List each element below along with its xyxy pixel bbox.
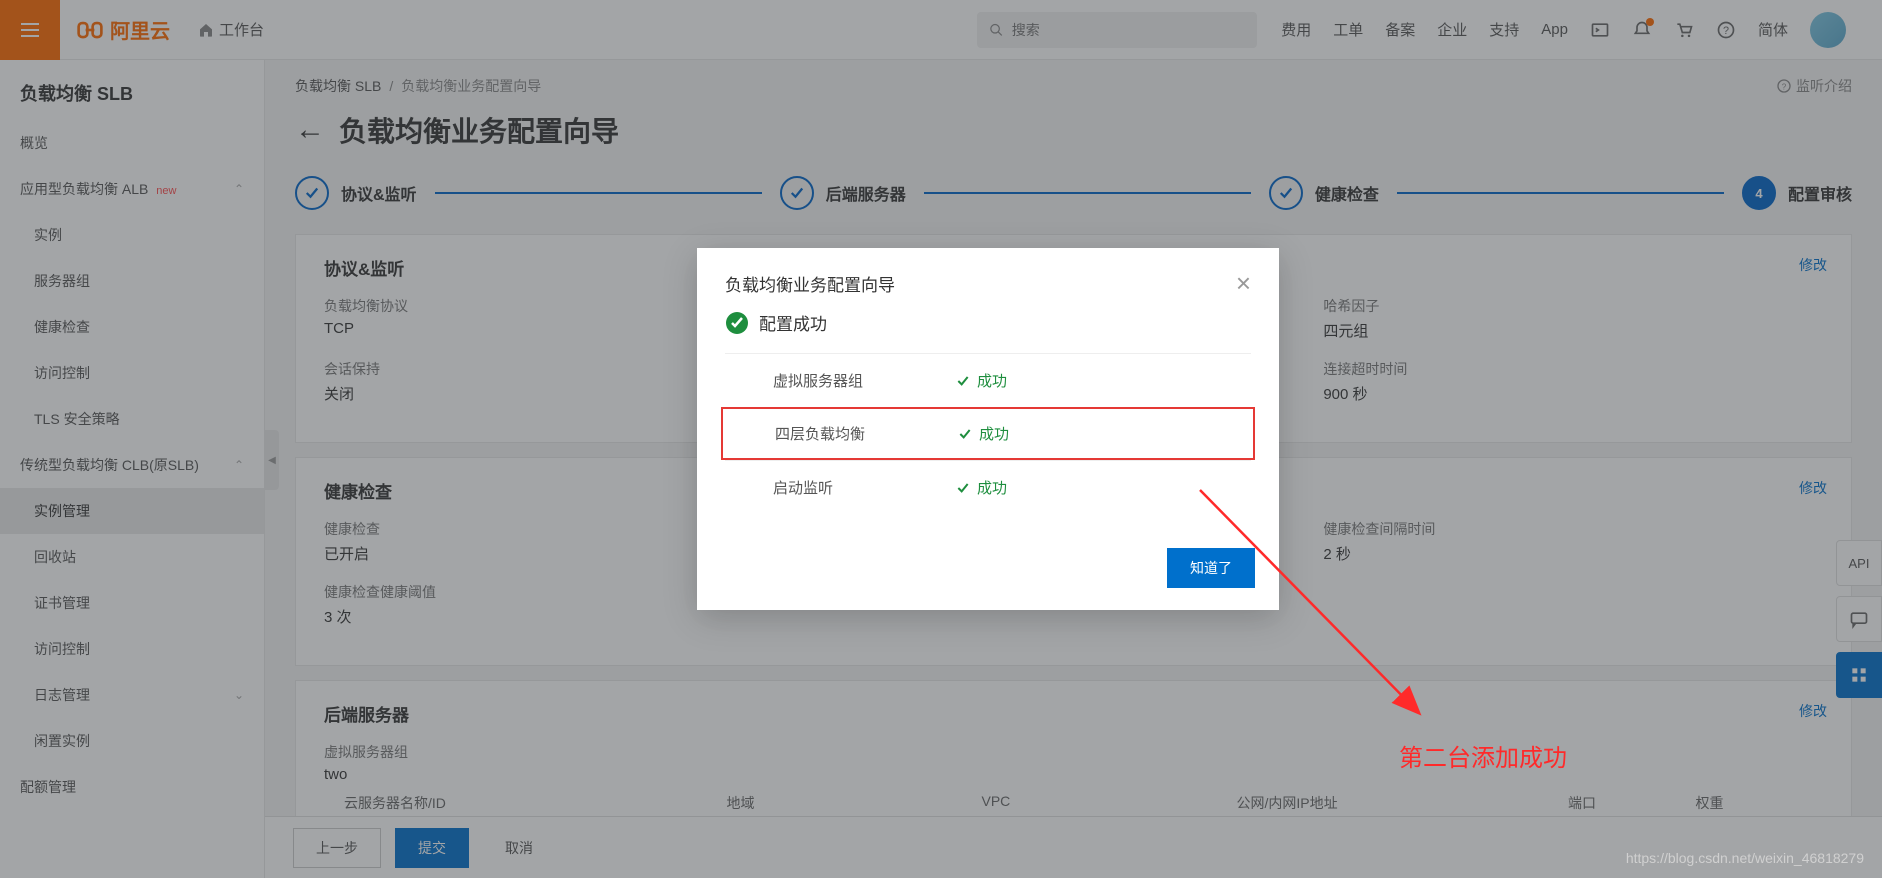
success-heading: 配置成功 (725, 310, 1251, 345)
config-success-modal: 负载均衡业务配置向导 × 配置成功 虚拟服务器组 成功四层负载均衡 成功启动监听… (697, 248, 1279, 610)
success-check-icon (725, 311, 749, 335)
status-row: 四层负载均衡 成功 (721, 407, 1255, 460)
watermark: https://blog.csdn.net/weixin_46818279 (1626, 850, 1864, 866)
modal-ok-button[interactable]: 知道了 (1167, 548, 1255, 588)
modal-title: 负载均衡业务配置向导 (725, 271, 895, 296)
status-row: 虚拟服务器组 成功 (725, 353, 1251, 407)
status-row: 启动监听 成功 (725, 460, 1251, 514)
modal-close-button[interactable]: × (1236, 270, 1251, 296)
